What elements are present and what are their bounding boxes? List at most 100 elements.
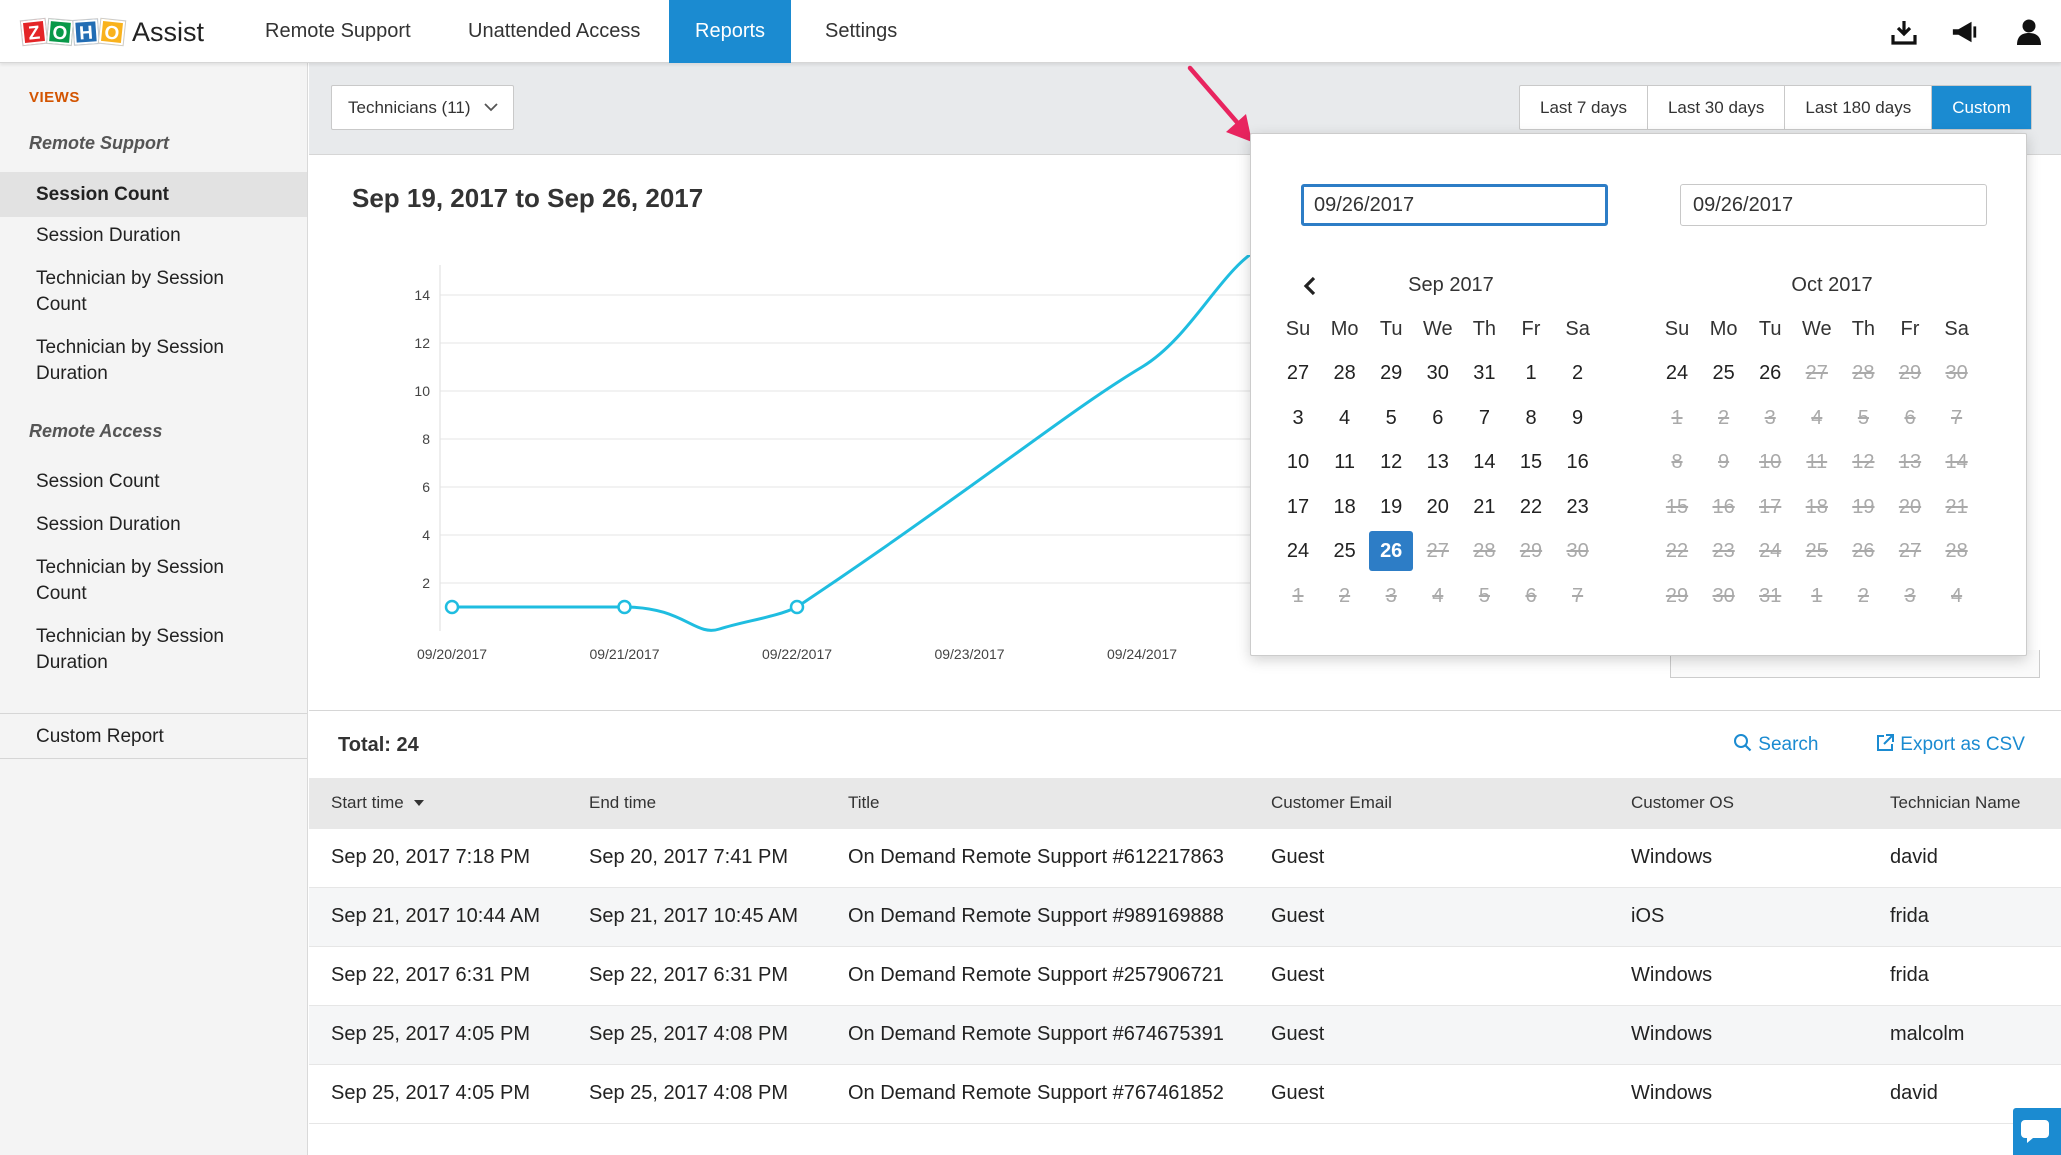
column-technician-name[interactable]: Technician Name [1890, 793, 2020, 813]
sidebar-item-ra-technician-by-session-duration[interactable]: Technician by Session Duration [0, 624, 240, 676]
calendar-day[interactable]: 19 [1369, 487, 1413, 527]
cell-end-time: Sep 20, 2017 7:41 PM [589, 846, 789, 868]
logo-letter-o: O [46, 18, 74, 46]
data-point [444, 599, 460, 615]
cell-customer-email: Guest [1271, 1023, 1325, 1045]
calendar-day[interactable]: 4 [1323, 398, 1367, 438]
data-point [617, 599, 632, 615]
calendar-day[interactable]: 17 [1276, 487, 1320, 527]
y-tick-label: 10 [414, 383, 430, 399]
technicians-select[interactable]: Technicians (11) [331, 85, 514, 130]
sidebar-item-rs-session-count[interactable]: Session Count [0, 172, 307, 217]
calendar-day[interactable]: 9 [1556, 398, 1600, 438]
cell-customer-os: Windows [1631, 1023, 1713, 1045]
calendar-day: 28 [1852, 362, 1875, 384]
y-tick-label: 12 [414, 335, 430, 351]
calendar-day: 6 [1525, 585, 1537, 607]
export-csv-link[interactable]: Export as CSV [1875, 733, 2025, 756]
calendar-day[interactable]: 24 [1655, 353, 1699, 393]
range-last-30-days-button[interactable]: Last 30 days [1648, 86, 1786, 129]
sidebar-item-custom-report[interactable]: Custom Report [0, 724, 307, 750]
calendar-day: 22 [1665, 540, 1689, 563]
calendar-day[interactable]: 28 [1323, 353, 1367, 393]
column-customer-os[interactable]: Customer OS [1631, 793, 1734, 813]
calendar-day[interactable]: 26 [1369, 531, 1414, 572]
to-date-input[interactable]: 09/26/2017 [1680, 184, 1987, 226]
column-end-time[interactable]: End time [589, 793, 656, 813]
calendar-day[interactable]: 27 [1276, 353, 1320, 393]
search-link[interactable]: Search [1733, 733, 1818, 756]
nav-tab-settings[interactable]: Settings [799, 0, 923, 63]
calendar-day: 29 [1898, 362, 1922, 384]
calendar-day[interactable]: 22 [1509, 487, 1553, 527]
weekday-header: Sa [1944, 318, 1969, 340]
cell-customer-email: Guest [1271, 846, 1325, 868]
calendar-day[interactable]: 12 [1369, 442, 1413, 482]
calendar-day[interactable]: 20 [1416, 487, 1460, 527]
y-tick-label: 14 [414, 287, 430, 303]
chevron-down-icon [484, 103, 498, 112]
calendar-day[interactable]: 3 [1276, 398, 1320, 438]
weekday-header: Th [1472, 318, 1497, 340]
table-row[interactable]: Sep 20, 2017 7:18 PM Sep 20, 2017 7:41 P… [309, 829, 2061, 888]
announcement-icon[interactable] [1951, 18, 1979, 46]
nav-tab-unattended-access[interactable]: Unattended Access [442, 0, 666, 63]
calendar-day[interactable]: 21 [1462, 487, 1506, 527]
calendar-day[interactable]: 31 [1462, 353, 1506, 393]
sidebar-item-rs-technician-by-session-duration[interactable]: Technician by Session Duration [0, 335, 240, 387]
calendar-day[interactable]: 8 [1509, 398, 1553, 438]
range-last-7-days-button[interactable]: Last 7 days [1520, 86, 1648, 129]
column-customer-email[interactable]: Customer Email [1271, 793, 1392, 813]
calendar-day[interactable]: 23 [1556, 487, 1600, 527]
user-icon[interactable] [2015, 18, 2043, 46]
cell-start-time: Sep 21, 2017 10:44 AM [331, 905, 541, 927]
calendar-day[interactable]: 11 [1323, 442, 1367, 482]
sidebar-item-rs-technician-by-session-count[interactable]: Technician by Session Count [0, 266, 240, 318]
calendar-day[interactable]: 13 [1416, 442, 1460, 482]
table-row[interactable]: Sep 22, 2017 6:31 PM Sep 22, 2017 6:31 P… [309, 947, 2061, 1006]
download-icon[interactable] [1890, 18, 1918, 46]
range-last-180-days-button[interactable]: Last 180 days [1785, 86, 1933, 129]
column-start-time[interactable]: Start time [331, 793, 426, 813]
calendar-day[interactable]: 18 [1323, 487, 1367, 527]
sidebar-item-ra-technician-by-session-count[interactable]: Technician by Session Count [0, 555, 240, 607]
calendar-day[interactable]: 26 [1748, 353, 1792, 393]
nav-tab-reports[interactable]: Reports [669, 0, 792, 63]
calendar-day[interactable]: 5 [1369, 398, 1413, 438]
cell-customer-os: Windows [1631, 846, 1713, 868]
cell-end-time: Sep 25, 2017 4:08 PM [589, 1082, 789, 1104]
calendar-day: 16 [1712, 495, 1735, 518]
nav-tab-remote-support[interactable]: Remote Support [239, 0, 437, 63]
calendar-day[interactable]: 2 [1556, 353, 1600, 393]
calendar-day[interactable]: 10 [1276, 442, 1320, 482]
calendar-day: 8 [1671, 451, 1683, 474]
calendar-day[interactable]: 1 [1509, 353, 1553, 393]
calendar-day[interactable]: 30 [1416, 353, 1460, 393]
sidebar-item-ra-session-count[interactable]: Session Count [0, 469, 307, 495]
calendar-day[interactable]: 24 [1276, 531, 1320, 571]
sidebar-item-ra-session-duration[interactable]: Session Duration [0, 512, 307, 538]
y-tick-label: 6 [422, 479, 430, 495]
range-custom-button[interactable]: Custom [1932, 86, 2031, 129]
cell-technician-name: malcolm [1890, 1023, 1965, 1045]
column-title[interactable]: Title [848, 793, 880, 813]
calendar-day[interactable]: 25 [1702, 353, 1746, 393]
from-date-input[interactable]: 09/26/2017 [1301, 184, 1608, 226]
chat-button[interactable] [2013, 1108, 2061, 1155]
calendar-day: 7 [1572, 585, 1584, 607]
calendar-day[interactable]: 16 [1556, 442, 1600, 482]
calendar-day[interactable]: 29 [1369, 353, 1413, 393]
zoho-assist-logo[interactable]: Z O H O Assist [20, 14, 204, 50]
table-row[interactable]: Sep 25, 2017 4:05 PM Sep 25, 2017 4:08 P… [309, 1065, 2061, 1124]
calendar-day[interactable]: 14 [1462, 442, 1506, 482]
sidebar-item-rs-session-duration[interactable]: Session Duration [0, 223, 307, 249]
cell-title: On Demand Remote Support #257906721 [848, 964, 1224, 986]
calendar-day[interactable]: 6 [1416, 398, 1460, 438]
table-row[interactable]: Sep 21, 2017 10:44 AM Sep 21, 2017 10:45… [309, 888, 2061, 947]
calendar-day[interactable]: 15 [1509, 442, 1553, 482]
calendar-day: 28 [1473, 540, 1496, 563]
calendar-day[interactable]: 25 [1323, 531, 1367, 571]
calendar-day[interactable]: 7 [1462, 398, 1506, 438]
calendar-day: 19 [1852, 495, 1875, 518]
table-row[interactable]: Sep 25, 2017 4:05 PM Sep 25, 2017 4:08 P… [309, 1006, 2061, 1065]
